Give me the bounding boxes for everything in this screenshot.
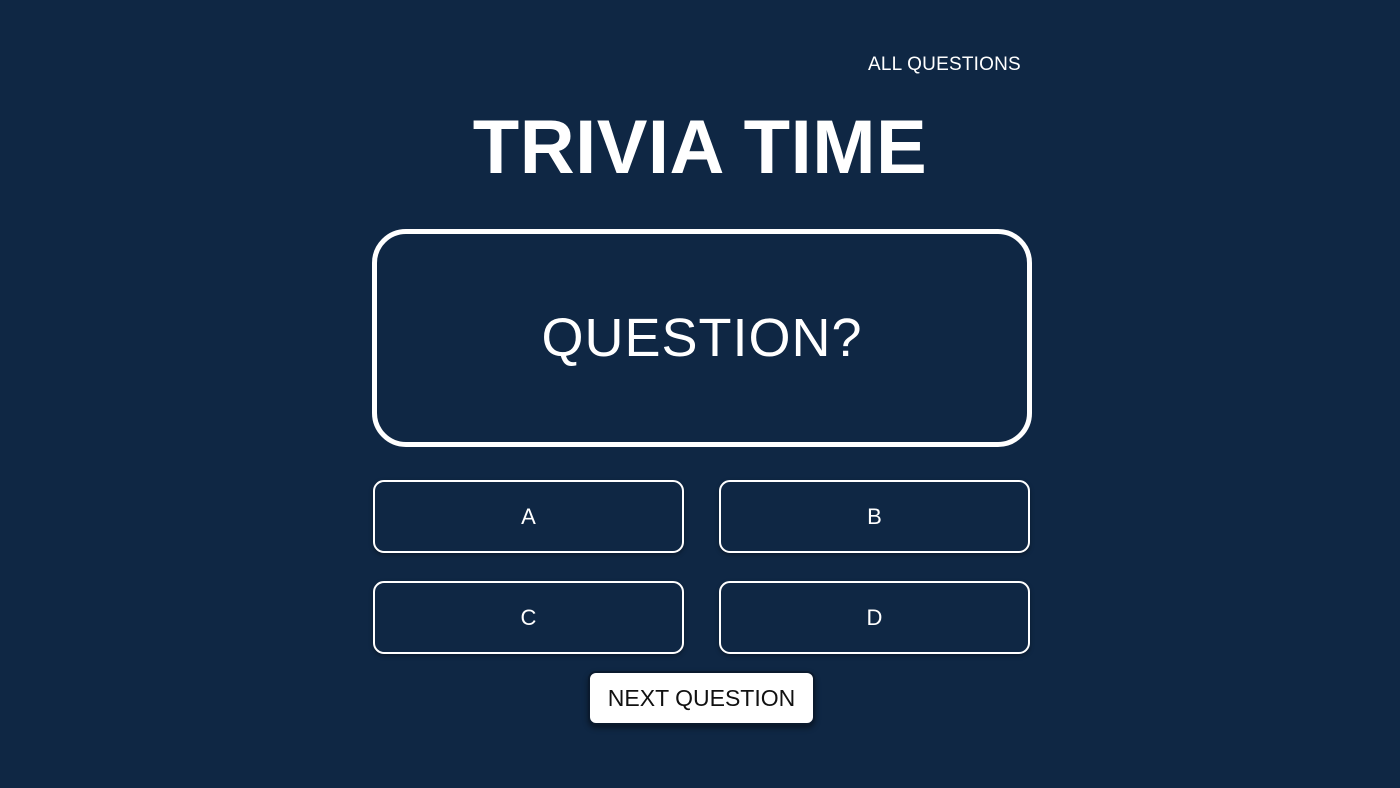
question-card: QUESTION? xyxy=(372,229,1032,447)
all-questions-link[interactable]: ALL QUESTIONS xyxy=(868,54,1021,76)
page-title: TRIVIA TIME xyxy=(472,105,928,190)
next-question-button[interactable]: NEXT QUESTION xyxy=(588,671,815,725)
answer-button-a[interactable]: A xyxy=(373,480,684,553)
answer-button-c[interactable]: C xyxy=(373,581,684,654)
question-text: QUESTION? xyxy=(541,308,863,368)
answer-label: C xyxy=(520,604,537,630)
answer-label: B xyxy=(867,503,882,529)
answer-button-d[interactable]: D xyxy=(719,581,1030,654)
answer-button-b[interactable]: B xyxy=(719,480,1030,553)
answer-label: D xyxy=(866,604,883,630)
answer-label: A xyxy=(521,503,536,529)
